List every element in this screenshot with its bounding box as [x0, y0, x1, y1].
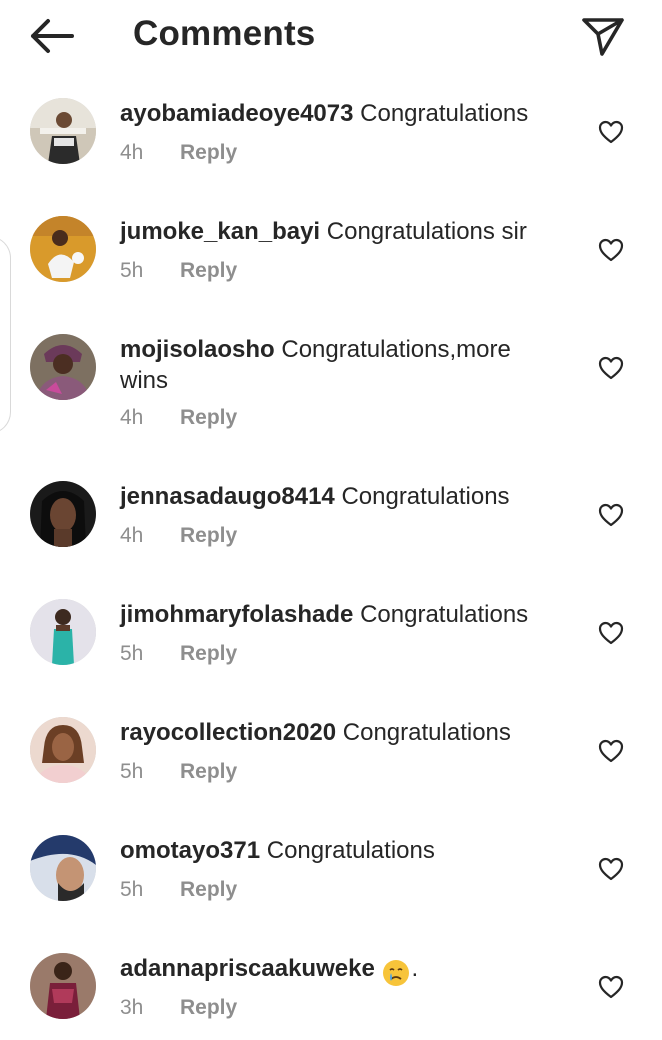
like-button[interactable]	[598, 238, 624, 262]
comment-meta: 4h Reply	[120, 141, 237, 165]
comment-body: Congratulations	[266, 837, 435, 864]
reply-button[interactable]: Reply	[180, 878, 237, 901]
comment-username[interactable]: jumoke_kan_bayi	[120, 218, 320, 245]
comment-username[interactable]: mojisolaosho	[120, 336, 275, 363]
avatar[interactable]	[30, 334, 96, 400]
avatar[interactable]	[30, 216, 96, 282]
comment-meta: 5h Reply	[120, 878, 237, 902]
comment-meta: 5h Reply	[120, 760, 237, 784]
like-button[interactable]	[598, 739, 624, 763]
reply-button[interactable]: Reply	[180, 642, 237, 665]
comment-time: 5h	[120, 642, 144, 665]
comment-body: Congratulations	[341, 483, 510, 510]
reply-button[interactable]: Reply	[180, 141, 237, 164]
reply-button[interactable]: Reply	[180, 524, 237, 547]
crying-face-emoji	[381, 958, 411, 990]
heart-icon	[598, 857, 624, 881]
heart-icon	[598, 621, 624, 645]
like-button[interactable]	[598, 120, 624, 144]
avatar[interactable]	[30, 98, 96, 164]
comment-time: 3h	[120, 996, 144, 1019]
reply-button[interactable]: Reply	[180, 406, 237, 429]
comment-meta: 5h Reply	[120, 642, 237, 666]
reply-button[interactable]: Reply	[180, 996, 237, 1019]
comment-body: Congratulations	[360, 100, 529, 127]
comments-list: ayobamiadeoye4073 Congratulations 4h Repl…	[0, 0, 662, 1040]
comment-time: 5h	[120, 760, 144, 783]
comment-meta: 5h Reply	[120, 259, 237, 283]
comment-text: jumoke_kan_bayi Congratulations sir	[120, 216, 560, 247]
comment-time: 5h	[120, 878, 144, 901]
comment-time: 5h	[120, 259, 144, 282]
avatar[interactable]	[30, 481, 96, 547]
like-button[interactable]	[598, 975, 624, 999]
like-button[interactable]	[598, 503, 624, 527]
like-button[interactable]	[598, 857, 624, 881]
comment-text: mojisolaosho Congratulations,more wins	[120, 334, 560, 396]
comment-text: adannapriscaakuweke .	[120, 953, 560, 990]
like-button[interactable]	[598, 356, 624, 380]
comment-body: Congratulations	[360, 601, 529, 628]
comment-time: 4h	[120, 524, 144, 547]
comment-text: omotayo371 Congratulations	[120, 835, 560, 866]
avatar[interactable]	[30, 835, 96, 901]
avatar[interactable]	[30, 717, 96, 783]
comment-text: jimohmaryfolashade Congratulations	[120, 599, 560, 630]
reply-button[interactable]: Reply	[180, 259, 237, 282]
comment-meta: 4h Reply	[120, 524, 237, 548]
comment-username[interactable]: adannapriscaakuweke	[120, 955, 375, 982]
comment-username[interactable]: jimohmaryfolashade	[120, 601, 353, 628]
comment-username[interactable]: rayocollection2020	[120, 719, 336, 746]
comment-username[interactable]: jennasadaugo8414	[120, 483, 335, 510]
comment-username[interactable]: omotayo371	[120, 837, 260, 864]
comment-text: ayobamiadeoye4073 Congratulations	[120, 98, 560, 129]
heart-icon	[598, 356, 624, 380]
comment-username[interactable]: ayobamiadeoye4073	[120, 100, 353, 127]
comment-body: Congratulations	[342, 719, 511, 746]
heart-icon	[598, 238, 624, 262]
heart-icon	[598, 120, 624, 144]
heart-icon	[598, 739, 624, 763]
comment-body: Congratulations sir	[326, 218, 527, 245]
comment-text: rayocollection2020 Congratulations	[120, 717, 560, 748]
avatar[interactable]	[30, 953, 96, 1019]
comment-time: 4h	[120, 406, 144, 429]
comment-time: 4h	[120, 141, 144, 164]
heart-icon	[598, 975, 624, 999]
comment-meta: 3h Reply	[120, 996, 237, 1020]
comment-text: jennasadaugo8414 Congratulations	[120, 481, 560, 512]
reply-button[interactable]: Reply	[180, 760, 237, 783]
heart-icon	[598, 503, 624, 527]
comment-meta: 4h Reply	[120, 406, 237, 430]
avatar[interactable]	[30, 599, 96, 665]
like-button[interactable]	[598, 621, 624, 645]
comment-body: .	[411, 955, 419, 982]
